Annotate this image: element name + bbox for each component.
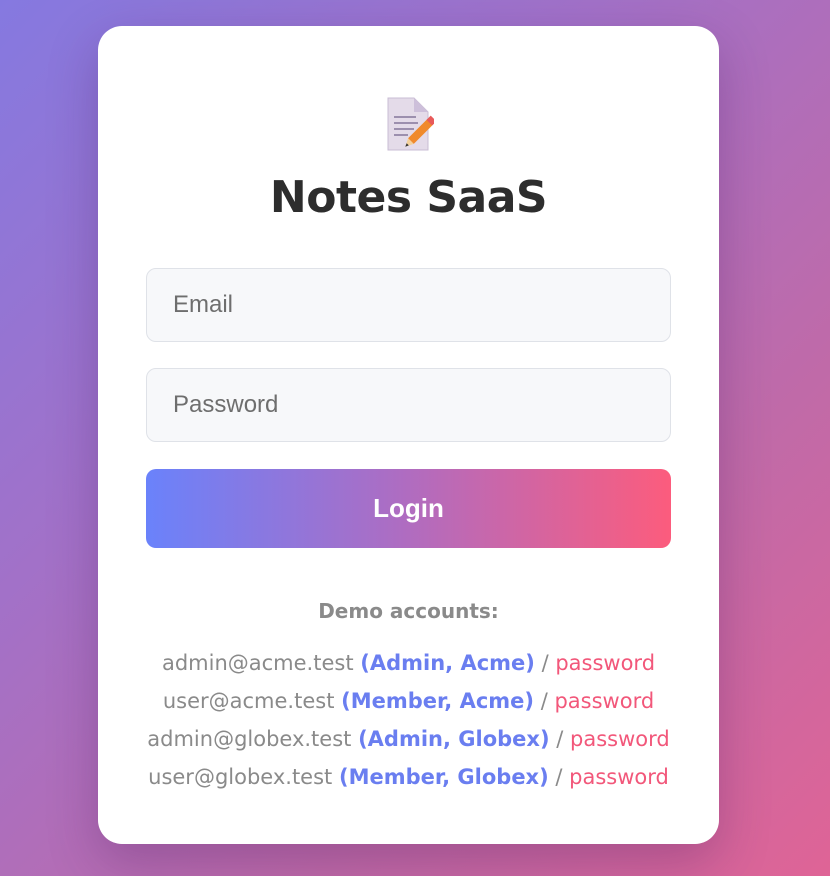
demo-accounts-list: admin@acme.test (Admin, Acme) / password…: [98, 644, 719, 796]
demo-account-row: admin@globex.test (Admin, Globex) / pass…: [98, 720, 719, 758]
demo-account-separator: /: [555, 765, 563, 789]
login-card: Notes SaaS Login Demo accounts: admin@ac…: [98, 26, 719, 844]
demo-account-password: password: [570, 727, 670, 751]
demo-account-password: password: [569, 765, 669, 789]
demo-account-separator: /: [556, 727, 564, 751]
demo-account-role: (Admin, Acme): [360, 651, 535, 675]
email-field[interactable]: [146, 268, 671, 342]
memo-pencil-icon: [387, 97, 434, 151]
demo-account-email: user@globex.test: [148, 765, 333, 789]
demo-account-email: user@acme.test: [162, 689, 335, 713]
password-field[interactable]: [146, 368, 671, 442]
demo-account-password: password: [555, 651, 656, 675]
page-title: Notes SaaS: [269, 172, 548, 223]
demo-account-role: (Member, Acme): [341, 689, 535, 713]
demo-account-row: user@acme.test (Member, Acme) / password: [98, 682, 719, 720]
demo-account-role: (Admin, Globex): [358, 727, 550, 751]
demo-account-row: user@globex.test (Member, Globex) / pass…: [98, 758, 719, 796]
demo-accounts-heading: Demo accounts:: [318, 599, 499, 623]
demo-account-password: password: [554, 689, 655, 713]
demo-account-separator: /: [540, 689, 548, 713]
login-button[interactable]: Login: [146, 469, 671, 548]
demo-account-separator: /: [541, 651, 549, 675]
demo-account-role: (Member, Globex): [338, 765, 549, 789]
demo-account-row: admin@acme.test (Admin, Acme) / password: [98, 644, 719, 682]
demo-account-email: admin@acme.test: [161, 651, 354, 675]
demo-account-email: admin@globex.test: [147, 727, 352, 751]
